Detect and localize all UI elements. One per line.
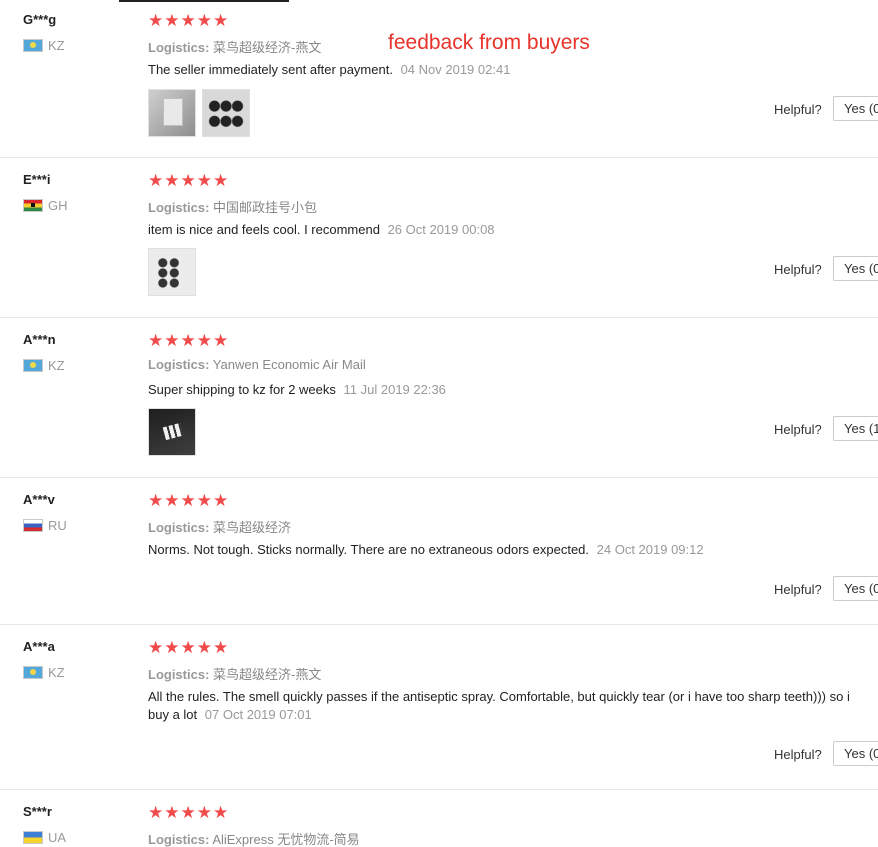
review-photo-thumbnail[interactable] (202, 89, 250, 137)
helpful-label: Helpful? (774, 262, 822, 277)
buyer-name: A***n (23, 332, 56, 347)
logistics-method: 中国邮政挂号小包 (213, 200, 318, 215)
star-rating: ★★★★★ (148, 491, 230, 510)
feedback-body: Super shipping to kz for 2 weeks (148, 382, 336, 397)
feedback-text: The seller immediately sent after paymen… (148, 61, 868, 79)
helpful-yes-button[interactable]: Yes (1) (833, 416, 878, 441)
helpful-yes-button[interactable]: Yes (0) (833, 576, 878, 601)
feedback-time: 07 Oct 2019 07:01 (204, 707, 312, 722)
helpful-yes-button[interactable]: Yes (0) (833, 96, 878, 121)
logistics-info: Logistics: Yanwen Economic Air Mail (148, 357, 366, 372)
logistics-label: Logistics: (148, 40, 210, 55)
helpful-yes-button[interactable]: Yes (0) (833, 741, 878, 766)
feedback-body: item is nice and feels cool. I recommend (148, 222, 380, 237)
review-item: G***g KZ ★★★★★ Logistics: 菜鸟超级经济-燕文 The … (0, 0, 878, 158)
buyer-name: A***v (23, 492, 55, 507)
buyer-name: E***i (23, 172, 51, 187)
kazakhstan-flag-icon (23, 666, 43, 679)
buyer-name: A***a (23, 639, 55, 654)
feedback-time: 04 Nov 2019 02:41 (400, 62, 511, 77)
country-code: GH (48, 198, 68, 213)
feedback-time: 11 Jul 2019 22:36 (343, 382, 446, 397)
helpful-label: Helpful? (774, 422, 822, 437)
logistics-info: Logistics: 菜鸟超级经济-燕文 (148, 664, 321, 683)
country-code: UA (48, 830, 67, 845)
ukraine-flag-icon (23, 831, 43, 844)
country-code: KZ (48, 665, 65, 680)
logistics-label: Logistics: (148, 200, 210, 215)
buyer-country: GH (23, 198, 68, 213)
buyer-country: KZ (23, 358, 65, 373)
helpful-label: Helpful? (774, 102, 822, 117)
logistics-label: Logistics: (148, 667, 210, 682)
star-rating: ★★★★★ (148, 803, 230, 822)
logistics-method: Yanwen Economic Air Mail (212, 357, 366, 372)
buyer-country: UA (23, 830, 66, 845)
logistics-method: 菜鸟超级经济-燕文 (213, 40, 322, 55)
feedback-text: Norms. Not tough. Sticks normally. There… (148, 541, 868, 559)
star-rating: ★★★★★ (148, 638, 230, 657)
buyer-country: KZ (23, 665, 65, 680)
feedback-body: The seller immediately sent after paymen… (148, 62, 393, 77)
feedback-text: item is nice and feels cool. I recommend… (148, 221, 868, 239)
star-rating: ★★★★★ (148, 171, 230, 190)
ghana-flag-icon (23, 199, 43, 212)
logistics-method: 菜鸟超级经济 (213, 520, 292, 535)
logistics-label: Logistics: (148, 520, 210, 535)
review-photo-thumbnail[interactable] (148, 89, 196, 137)
review-photo-thumbnail[interactable] (148, 408, 196, 456)
logistics-info: Logistics: 菜鸟超级经济-燕文 (148, 37, 321, 56)
feedback-text: All the rules. The smell quickly passes … (148, 688, 868, 724)
buyer-country: RU (23, 518, 67, 533)
review-photos (148, 89, 250, 137)
review-photos (148, 248, 196, 296)
buyer-country: KZ (23, 38, 65, 53)
logistics-label: Logistics: (148, 357, 210, 372)
helpful-yes-button[interactable]: Yes (0) (833, 256, 878, 281)
feedback-page: feedback from buyers G***g KZ ★★★★★ Logi… (0, 0, 878, 847)
star-rating: ★★★★★ (148, 11, 230, 30)
buyer-name: G***g (23, 12, 57, 27)
country-code: KZ (48, 38, 65, 53)
helpful-label: Helpful? (774, 582, 822, 597)
helpful-label: Helpful? (774, 747, 822, 762)
feedback-text: Super shipping to kz for 2 weeks 11 Jul … (148, 381, 868, 399)
buyer-name: S***r (23, 804, 52, 819)
feedback-time: 24 Oct 2019 09:12 (596, 542, 704, 557)
logistics-label: Logistics: (148, 832, 210, 847)
logistics-info: Logistics: 中国邮政挂号小包 (148, 197, 317, 216)
feedback-time: 26 Oct 2019 00:08 (387, 222, 495, 237)
country-code: KZ (48, 358, 65, 373)
logistics-info: Logistics: 菜鸟超级经济 (148, 517, 291, 536)
review-item: A***a KZ ★★★★★ Logistics: 菜鸟超级经济-燕文 All … (0, 625, 878, 790)
star-rating: ★★★★★ (148, 331, 230, 350)
kazakhstan-flag-icon (23, 359, 43, 372)
feedback-body: Norms. Not tough. Sticks normally. There… (148, 542, 590, 557)
review-item: E***i GH ★★★★★ Logistics: 中国邮政挂号小包 item … (0, 158, 878, 318)
logistics-method: AliExpress 无忧物流-简易 (212, 832, 360, 847)
logistics-method: 菜鸟超级经济-燕文 (213, 667, 322, 682)
review-item: A***v RU ★★★★★ Logistics: 菜鸟超级经济 Norms. … (0, 478, 878, 625)
kazakhstan-flag-icon (23, 39, 43, 52)
review-photo-thumbnail[interactable] (148, 248, 196, 296)
country-code: RU (48, 518, 67, 533)
russia-flag-icon (23, 519, 43, 532)
logistics-info: Logistics: AliExpress 无忧物流-简易 (148, 829, 360, 847)
review-photos (148, 408, 196, 456)
review-item: S***r UA ★★★★★ Logistics: AliExpress 无忧物… (0, 790, 878, 847)
review-item: A***n KZ ★★★★★ Logistics: Yanwen Economi… (0, 318, 878, 478)
